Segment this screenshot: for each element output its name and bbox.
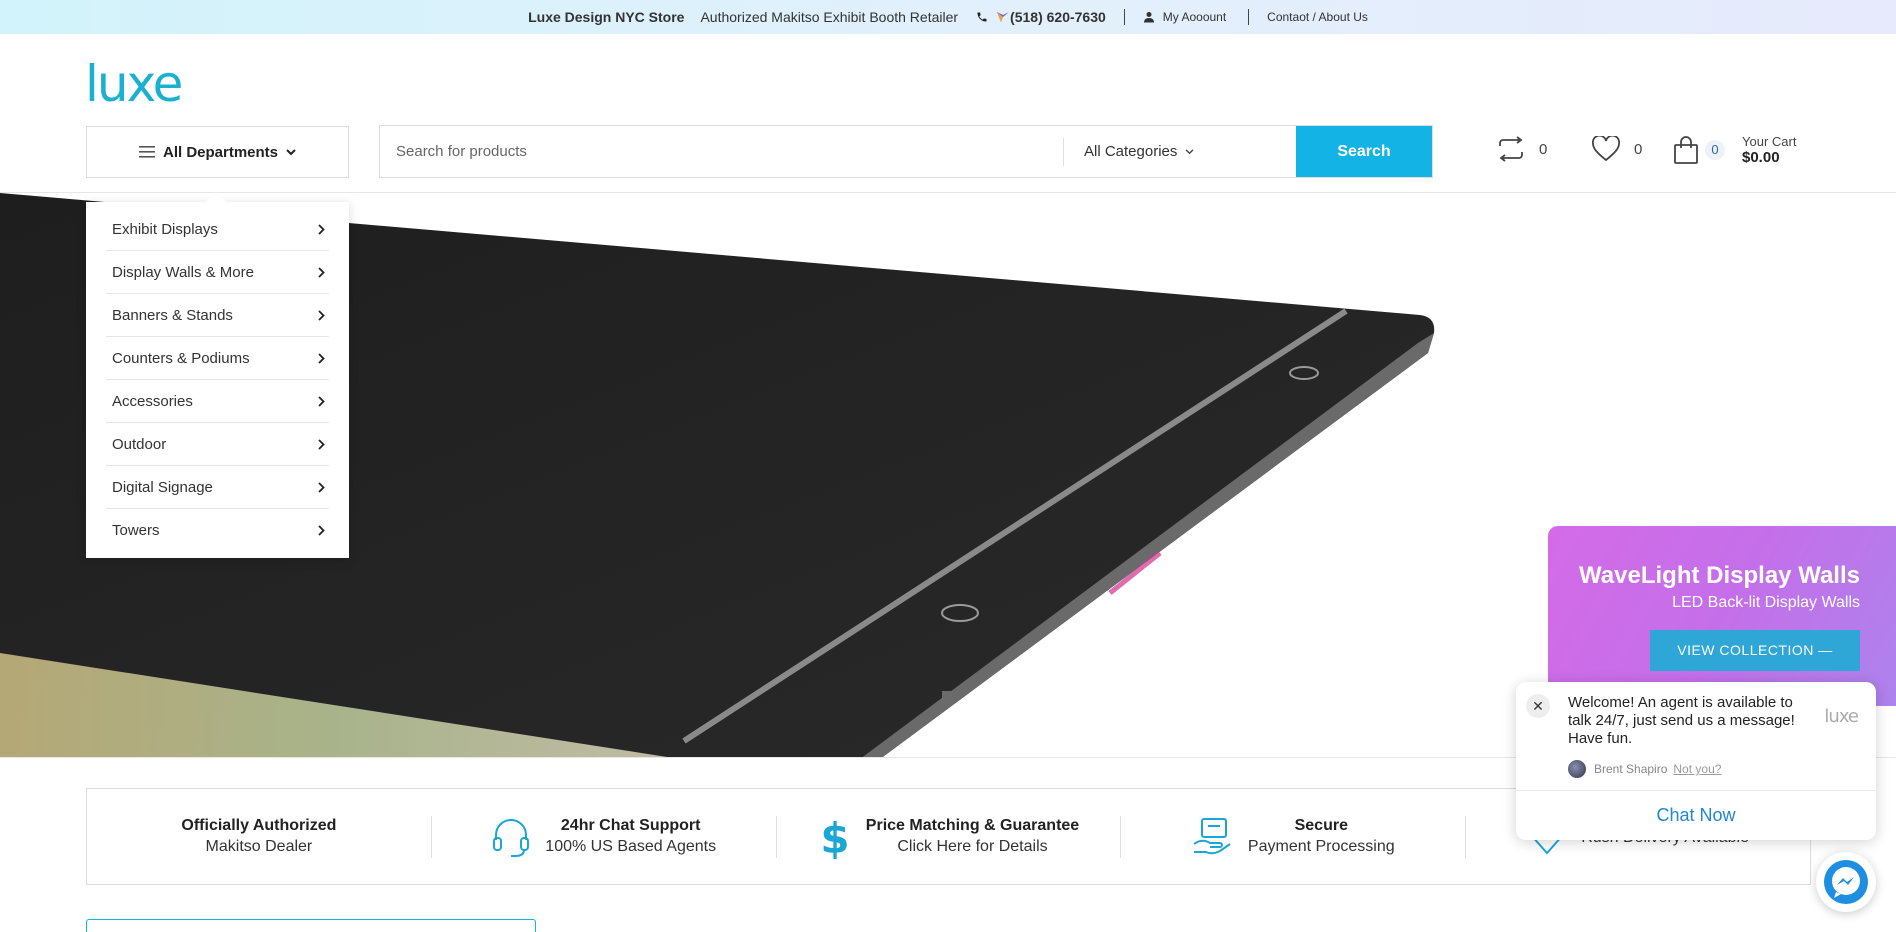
chevron-down-icon: [286, 148, 296, 155]
tagline: Authorized Makitso Exhibit Booth Retaile…: [700, 9, 959, 25]
chat-agent: Brent Shapiro Not you?: [1568, 760, 1721, 778]
department-label: Towers: [112, 522, 160, 539]
user-icon: [1143, 12, 1154, 23]
messenger-button[interactable]: [1816, 852, 1876, 912]
category-label: All Categories: [1084, 143, 1178, 160]
category-select[interactable]: All Categories: [1064, 126, 1296, 177]
my-account-link[interactable]: My Aooount: [1143, 10, 1226, 24]
phone-number: (518) 620-7630: [1010, 9, 1106, 25]
wishlist-count: 0: [1634, 140, 1643, 158]
feature-subtitle: 100% US Based Agents: [545, 838, 717, 855]
department-label: Exhibit Displays: [112, 220, 218, 238]
secure-payment-icon: [1193, 817, 1231, 854]
not-you-link[interactable]: Not you?: [1673, 762, 1721, 776]
feature-item: Officially Authorized Makitso Dealer: [87, 815, 432, 858]
feature-item: Secure Payment Processing: [1121, 815, 1467, 858]
chevron-right-icon: [318, 525, 325, 536]
department-item[interactable]: Towers: [106, 509, 329, 552]
feature-item[interactable]: 24hr Chat Support 100% US Based Agents: [432, 815, 777, 858]
chevron-down-icon: [1185, 148, 1194, 154]
chevron-right-icon: [318, 266, 325, 278]
all-departments-label: All Departments: [162, 143, 279, 161]
shopping-bag-icon: [1674, 136, 1698, 164]
svg-text:$: $: [820, 815, 849, 859]
view-collection-button[interactable]: VIEW COLLECTION —: [1650, 630, 1860, 671]
chevron-right-icon: [318, 223, 325, 235]
feature-item[interactable]: $ Price Matching & Guarantee Click Here …: [777, 815, 1122, 859]
cart-count-badge: 0: [1705, 140, 1725, 160]
feature-subtitle: Payment Processing: [1247, 838, 1395, 855]
my-account-label: My Aooount: [1162, 10, 1227, 24]
search-input[interactable]: [380, 126, 1063, 177]
department-item[interactable]: Accessories: [106, 380, 329, 423]
cart-summary[interactable]: Your Cart $0.00: [1742, 134, 1796, 166]
department-item[interactable]: Counters & Podiums: [106, 337, 329, 380]
promo-subtitle: LED Back-lit Display Walls: [1672, 594, 1860, 611]
chat-message: Welcome! An agent is available to talk 2…: [1568, 694, 1795, 747]
promo-title: WaveLight Display Walls: [1579, 562, 1860, 589]
department-item[interactable]: Outdoor: [106, 423, 329, 466]
promo-card: WaveLight Display Walls LED Back-lit Dis…: [1548, 526, 1896, 706]
department-item[interactable]: Digital Signage: [106, 466, 329, 509]
feature-subtitle: Click Here for Details: [897, 838, 1048, 855]
search-bar: All Categories Search: [379, 125, 1433, 178]
chat-now-button[interactable]: Chat Now: [1516, 790, 1876, 840]
department-label: Outdoor: [112, 435, 167, 453]
feature-title: 24hr Chat Support: [560, 817, 701, 834]
department-item[interactable]: Banners & Stands: [106, 294, 329, 337]
section-tab[interactable]: [86, 919, 536, 932]
site-logo[interactable]: luxe: [85, 59, 183, 109]
feature-title: Officially Authorized: [181, 817, 337, 834]
phone-icon: [977, 12, 987, 22]
contact-link[interactable]: Contaot / About Us: [1267, 10, 1368, 24]
feature-subtitle: Makitso Dealer: [205, 838, 313, 855]
chevron-right-icon: [318, 309, 325, 321]
department-label: Banners & Stands: [112, 306, 233, 324]
viber-icon: [997, 12, 1010, 22]
agent-name: Brent Shapiro: [1594, 762, 1668, 776]
chevron-right-icon: [318, 481, 325, 493]
phone-link[interactable]: (518) 620-7630: [976, 9, 1106, 25]
chevron-right-icon: [318, 395, 325, 407]
cart-total: $0.00: [1742, 149, 1780, 166]
avatar: [1568, 760, 1586, 778]
store-name: Luxe Design NYC Store: [528, 9, 685, 25]
chevron-right-icon: [318, 352, 325, 364]
feature-title: Secure: [1294, 817, 1348, 834]
department-label: Counters & Podiums: [112, 349, 250, 367]
divider: [1123, 9, 1125, 25]
department-item[interactable]: Display Walls & More: [106, 251, 329, 294]
dollar-icon: $: [820, 815, 849, 859]
search-button[interactable]: Search: [1296, 126, 1432, 177]
department-label: Digital Signage: [112, 478, 213, 496]
cart-label: Your Cart: [1742, 134, 1797, 149]
department-label: Display Walls & More: [112, 263, 254, 281]
compare-button[interactable]: 0: [1497, 136, 1547, 162]
headset-icon: [493, 818, 530, 857]
divider: [1248, 9, 1250, 25]
compare-icon: [1499, 136, 1523, 162]
heart-icon: [1592, 136, 1620, 162]
close-icon[interactable]: ✕: [1526, 694, 1550, 718]
compare-count: 0: [1539, 140, 1548, 158]
top-bar: Luxe Design NYC Store Authorized Makitso…: [0, 0, 1896, 34]
feature-title: Price Matching & Guarantee: [865, 817, 1080, 834]
messenger-icon: [1824, 860, 1868, 904]
chat-popup: ✕ Welcome! An agent is available to talk…: [1516, 682, 1876, 840]
wishlist-button[interactable]: 0: [1592, 136, 1642, 162]
department-item[interactable]: Exhibit Displays: [106, 208, 329, 251]
departments-menu: Exhibit Displays Display Walls & More Ba…: [86, 192, 349, 558]
chevron-right-icon: [318, 438, 325, 450]
cart-button[interactable]: 0: [1673, 136, 1725, 164]
department-label: Accessories: [112, 392, 193, 410]
all-departments-button[interactable]: All Departments: [86, 126, 349, 178]
chat-logo: luxe: [1824, 706, 1859, 727]
menu-icon: [138, 146, 155, 158]
